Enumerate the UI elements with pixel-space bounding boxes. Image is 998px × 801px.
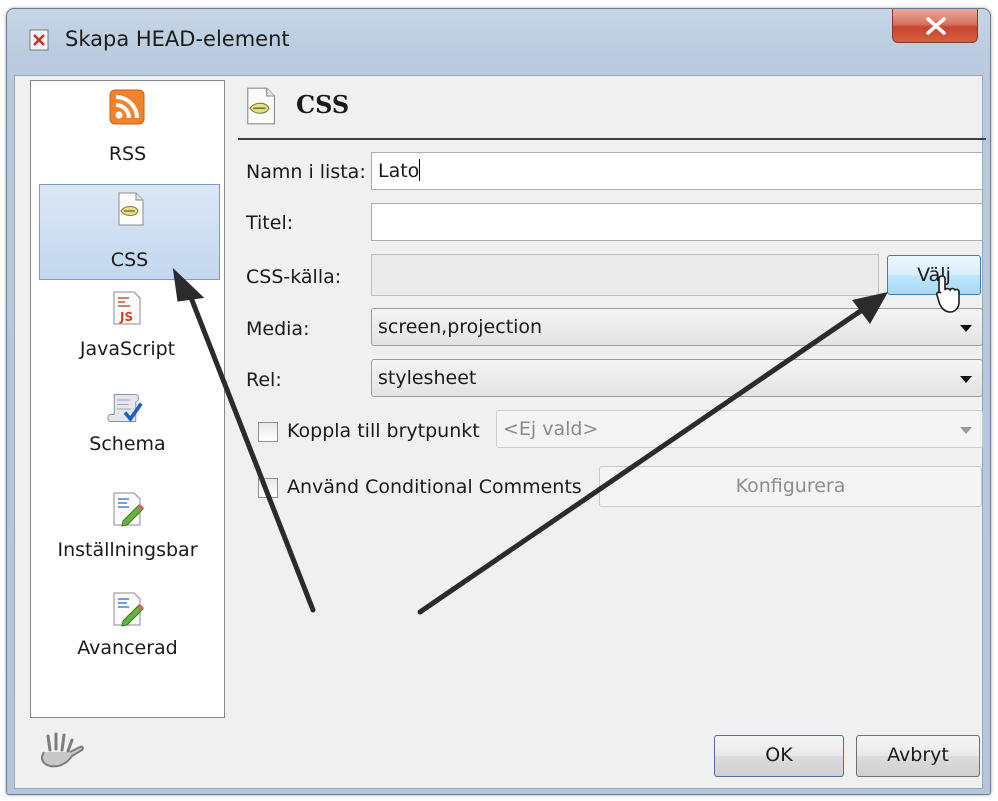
mouse-cursor-icon bbox=[936, 275, 960, 313]
javascript-file-icon: JS bbox=[113, 291, 141, 325]
rel-value: stylesheet bbox=[378, 367, 477, 389]
text-caret bbox=[419, 159, 421, 181]
sidebar-item-label: JavaScript bbox=[79, 338, 176, 360]
hand-grip-icon bbox=[41, 732, 84, 768]
sidebar-item-installningsbar[interactable]: Inställningsbar bbox=[31, 485, 224, 581]
breakpoint-checkbox-label: Koppla till brytpunkt bbox=[287, 420, 480, 442]
sidebar-item-javascript[interactable]: JS JavaScript bbox=[31, 284, 224, 380]
name-field-value: Lato bbox=[378, 160, 420, 182]
sidebar-item-avancerad[interactable]: Avancerad bbox=[31, 585, 224, 681]
sidebar-item-css[interactable]: CSS bbox=[39, 184, 220, 280]
media-select[interactable]: screen,projection bbox=[371, 308, 983, 346]
media-label: Media: bbox=[246, 318, 310, 340]
css-source-label: CSS-källa: bbox=[246, 266, 342, 288]
window-title: Skapa HEAD-element bbox=[65, 27, 290, 51]
sidebar-item-label: Inställningsbar bbox=[57, 539, 198, 561]
choose-button[interactable]: Välj bbox=[887, 255, 981, 295]
ok-button[interactable]: OK bbox=[714, 735, 844, 777]
breakpoint-checkbox[interactable] bbox=[258, 422, 278, 442]
edit-document-icon bbox=[113, 492, 145, 527]
title-bar[interactable]: Skapa HEAD-element bbox=[7, 9, 990, 75]
close-icon bbox=[926, 17, 946, 35]
chevron-down-icon bbox=[960, 325, 972, 332]
name-field[interactable]: Lato bbox=[371, 152, 983, 190]
configure-button[interactable]: Konfigurera bbox=[599, 466, 982, 507]
name-label: Namn i lista: bbox=[246, 161, 366, 183]
breakpoint-select[interactable]: <Ej vald> bbox=[496, 410, 983, 448]
conditional-comments-checkbox[interactable] bbox=[258, 478, 278, 498]
sidebar-item-label: RSS bbox=[108, 143, 147, 165]
category-sidebar: RSS CSS JS JavaScript Schema Inställning… bbox=[30, 80, 225, 718]
rel-label: Rel: bbox=[246, 369, 282, 391]
css-file-icon bbox=[118, 192, 144, 226]
media-value: screen,projection bbox=[378, 316, 543, 338]
breakpoint-value: <Ej vald> bbox=[503, 418, 599, 440]
sidebar-item-label: CSS bbox=[110, 249, 149, 271]
sidebar-item-label: Avancerad bbox=[77, 637, 178, 659]
sidebar-item-label: Schema bbox=[89, 433, 166, 455]
title-label: Titel: bbox=[246, 212, 294, 234]
header-divider bbox=[238, 138, 986, 140]
sidebar-item-schema[interactable]: Schema bbox=[31, 385, 224, 481]
title-field[interactable] bbox=[371, 203, 983, 241]
rel-select[interactable]: stylesheet bbox=[371, 359, 983, 397]
app-icon bbox=[29, 29, 49, 51]
cancel-button[interactable]: Avbryt bbox=[856, 735, 980, 777]
css-source-field[interactable] bbox=[371, 254, 879, 296]
chevron-down-icon bbox=[960, 376, 972, 383]
panel-title: CSS bbox=[296, 90, 350, 119]
svg-text:JS: JS bbox=[119, 310, 133, 324]
chevron-down-icon bbox=[960, 427, 972, 434]
css-file-icon bbox=[247, 87, 275, 125]
edit-document-icon bbox=[113, 592, 145, 627]
schema-scroll-icon bbox=[107, 394, 143, 423]
close-button[interactable] bbox=[892, 9, 978, 43]
conditional-comments-label: Använd Conditional Comments bbox=[287, 476, 582, 498]
rss-icon bbox=[109, 89, 145, 125]
sidebar-item-rss[interactable]: RSS bbox=[31, 81, 224, 177]
